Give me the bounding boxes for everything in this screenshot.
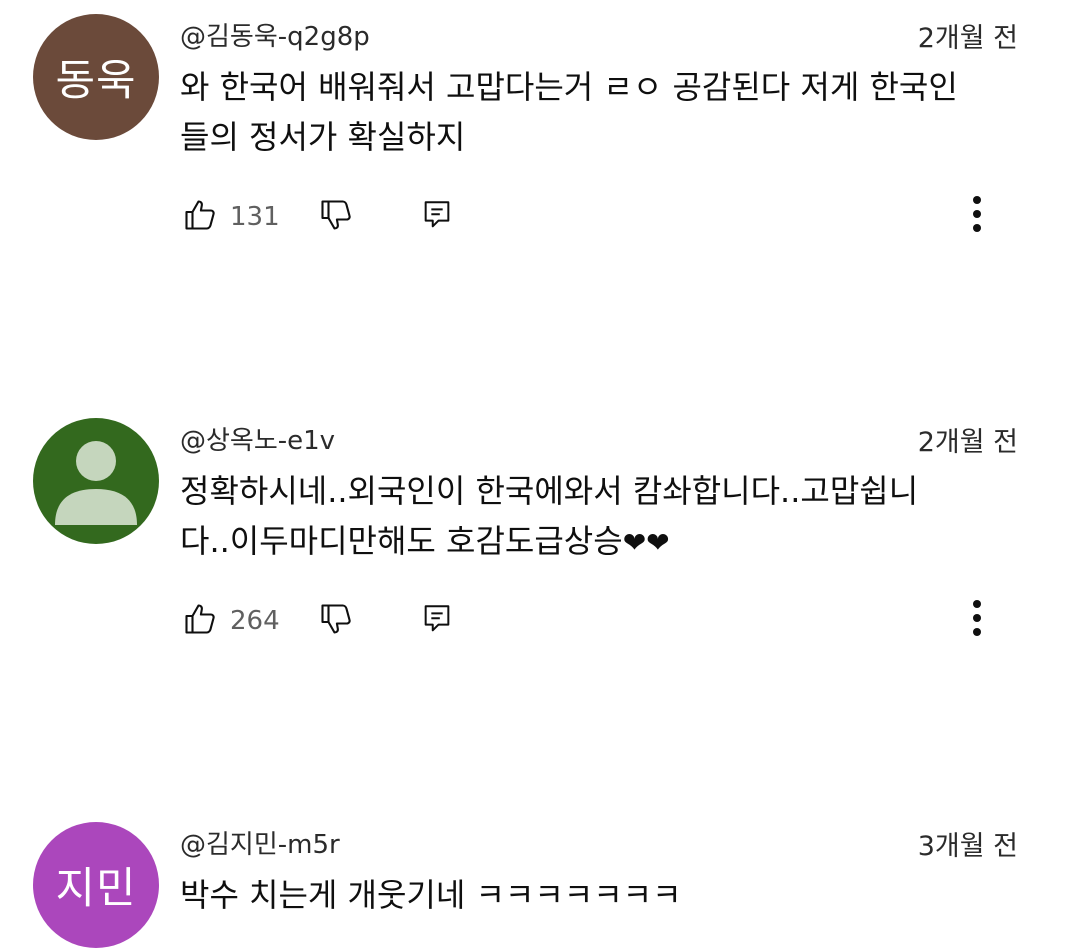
comment-text-line: 박수 치는게 개웃기네 ㅋㅋㅋㅋㅋㅋㅋ — [180, 876, 682, 914]
comment-text-line: 와 한국어 배워줘서 고맙다는거 ㄹㅇ 공감된다 저게 한국인 — [180, 68, 958, 106]
person-icon — [33, 418, 159, 544]
avatar-initials: 지민 — [55, 864, 137, 914]
reply-icon — [420, 601, 454, 641]
more-options-button[interactable] — [964, 593, 990, 643]
reply-icon — [420, 197, 454, 237]
comment-time[interactable]: 3개월 전 — [918, 824, 1018, 863]
reply-button[interactable] — [420, 197, 454, 237]
thumbs-up-icon — [182, 601, 218, 641]
heart-emoji: ❤❤ — [622, 526, 670, 559]
comment-actions: 264 — [180, 600, 1040, 641]
comment-author[interactable]: @김지민-m5r — [180, 824, 340, 861]
comment-actions: 131 — [180, 196, 1040, 237]
comment-text-line: 다..이두마디만해도 호감도급상승❤❤ — [180, 516, 1040, 568]
comment-text: 정확하시네..외국인이 한국에와서 캄솨합니다..고맙쉽니 다..이두마디만해도… — [180, 466, 1040, 568]
reply-button[interactable] — [420, 601, 454, 641]
avatar[interactable] — [33, 418, 159, 544]
comment-author[interactable]: @상옥노-e1v — [180, 420, 335, 457]
comment-author[interactable]: @김동욱-q2g8p — [180, 16, 370, 53]
avatar-initials: 동욱 — [55, 56, 137, 106]
comment-item: 동욱 @김동욱-q2g8p 2개월 전 와 한국어 배워줘서 고맙다는거 ㄹㅇ … — [0, 14, 1080, 254]
comment-text: 와 한국어 배워줘서 고맙다는거 ㄹㅇ 공감된다 저게 한국인 들의 정서가 확… — [180, 62, 1040, 162]
more-options-button[interactable] — [964, 189, 990, 239]
avatar[interactable]: 동욱 — [33, 14, 159, 140]
thumbs-down-icon — [318, 601, 354, 641]
comment-time[interactable]: 2개월 전 — [918, 420, 1018, 459]
like-button[interactable]: 131 — [182, 197, 280, 237]
like-button[interactable]: 264 — [182, 601, 280, 641]
comment-time[interactable]: 2개월 전 — [918, 16, 1018, 55]
avatar[interactable]: 지민 — [33, 822, 159, 948]
comment-text: 박수 치는게 개웃기네 ㅋㅋㅋㅋㅋㅋㅋ — [180, 870, 1040, 920]
thumbs-down-icon — [318, 197, 354, 237]
dislike-button[interactable] — [318, 197, 354, 237]
dislike-button[interactable] — [318, 601, 354, 641]
comment-text-line: 정확하시네..외국인이 한국에와서 캄솨합니다..고맙쉽니 — [180, 472, 919, 510]
thumbs-up-icon — [182, 197, 218, 237]
comment-text-line: 들의 정서가 확실하지 — [180, 118, 466, 156]
like-count: 131 — [230, 202, 280, 232]
comment-item: @상옥노-e1v 2개월 전 정확하시네..외국인이 한국에와서 캄솨합니다..… — [0, 418, 1080, 658]
comment-text-segment: 다..이두마디만해도 호감도급상승 — [180, 522, 623, 560]
comment-item: 지민 @김지민-m5r 3개월 전 박수 치는게 개웃기네 ㅋㅋㅋㅋㅋㅋㅋ — [0, 822, 1080, 951]
like-count: 264 — [230, 606, 280, 636]
